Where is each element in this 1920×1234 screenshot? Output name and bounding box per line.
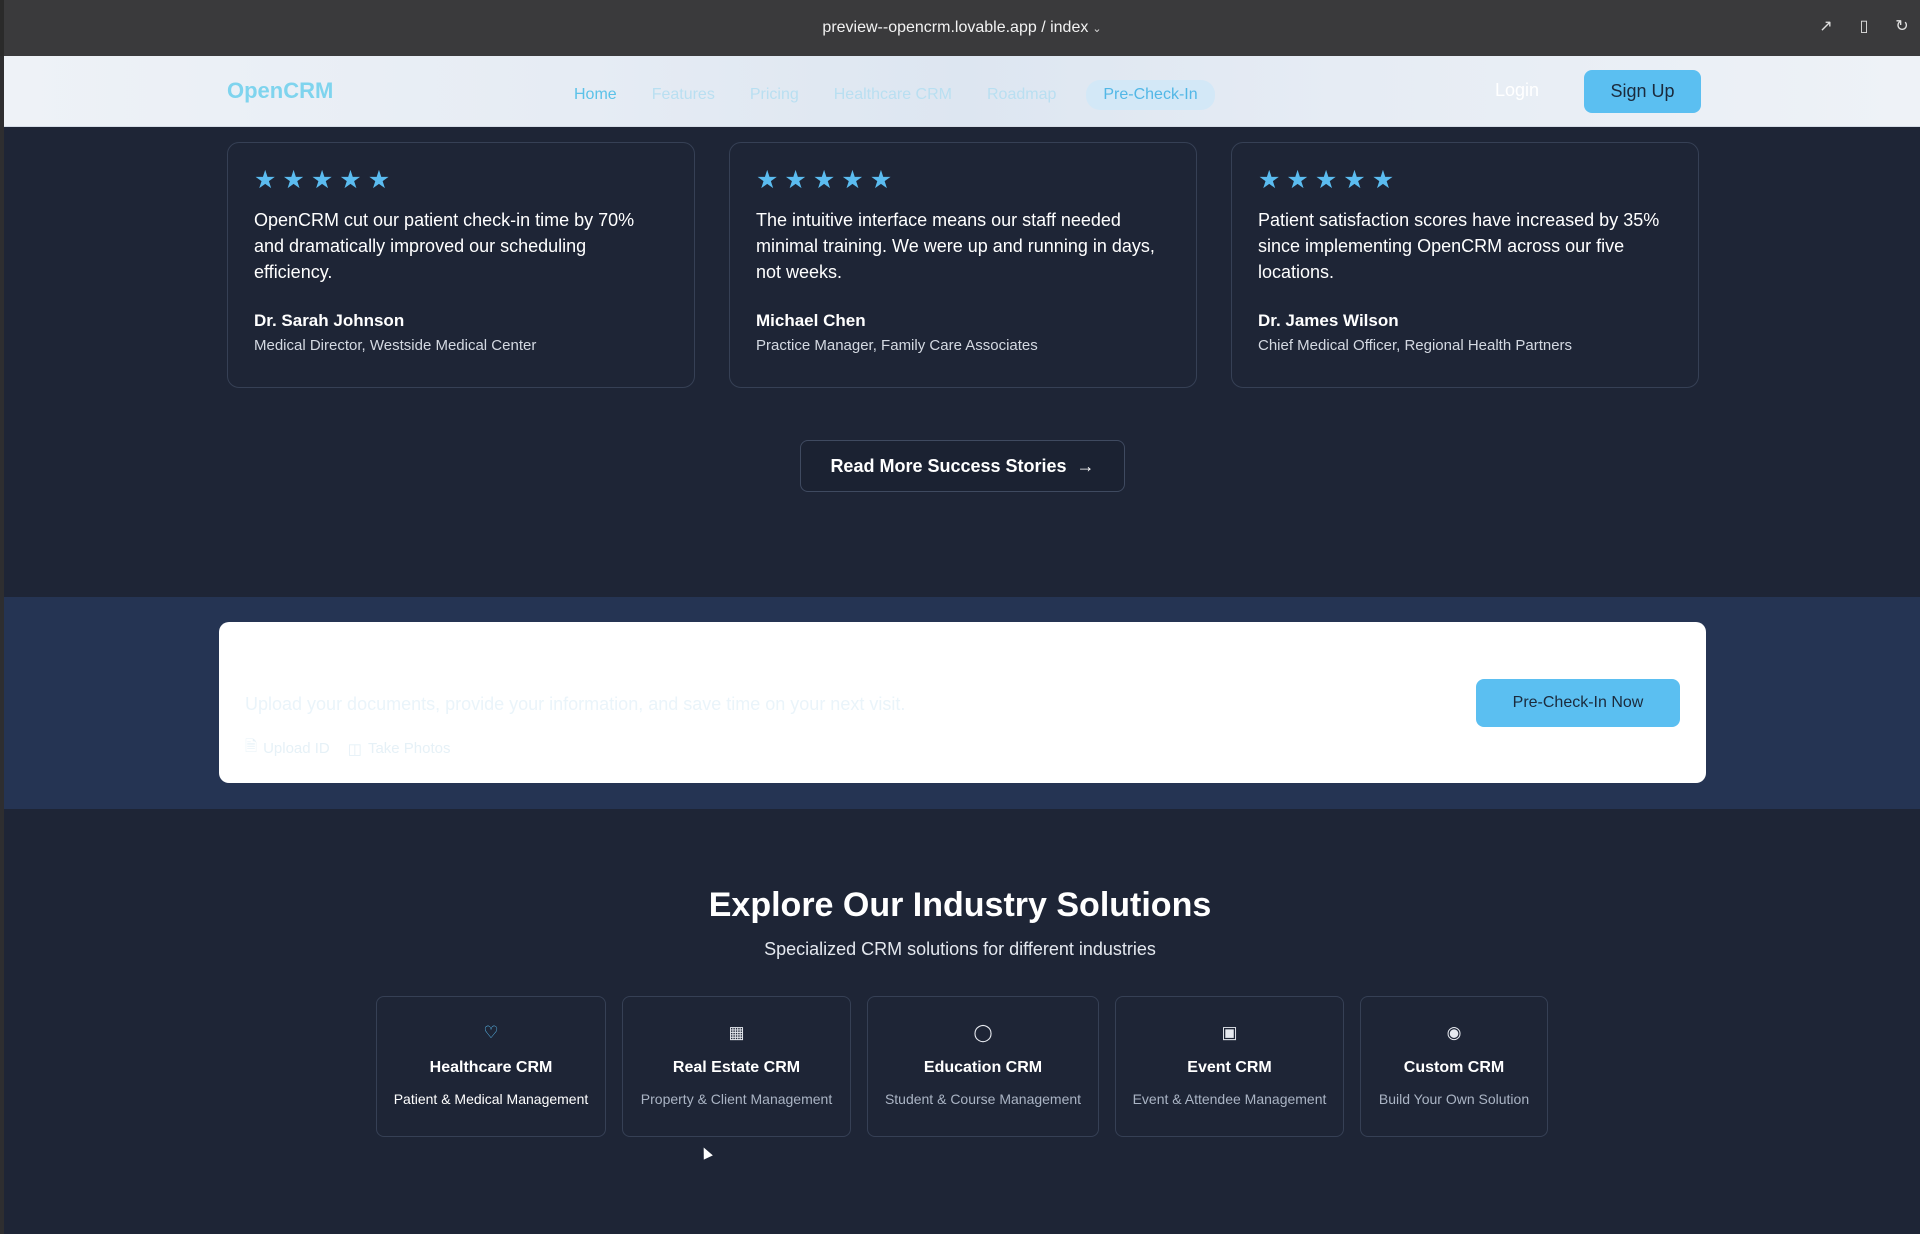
nav-features[interactable]: Features [652, 86, 715, 104]
nav-roadmap[interactable]: Roadmap [987, 86, 1056, 104]
main-nav: Home Features Pricing Healthcare CRM Roa… [574, 80, 1215, 110]
testimonial-card: ★ ★ ★ ★ ★ Patient satisfaction scores have i… [1231, 142, 1699, 388]
precheckin-card: Upload your documents, provide your info… [219, 622, 1706, 783]
star-icon: ★ [282, 166, 305, 194]
testimonial-role: Medical Director, Westside Medical Cente… [254, 337, 537, 354]
testimonial-role: Chief Medical Officer, Regional Health P… [1258, 337, 1573, 354]
arrow-right-icon: → [1076, 455, 1095, 476]
nav-home[interactable]: Home [574, 86, 617, 104]
nav-healthcare-crm[interactable]: Healthcare CRM [834, 86, 952, 104]
testimonial-author: Dr. Sarah Johnson [254, 311, 405, 330]
industry-tile-real-estate[interactable]: ▦ Real Estate CRM Property & Client Mana… [622, 996, 851, 1137]
testimonial-quote: Patient satisfaction scores have increas… [1258, 210, 1660, 282]
read-more-label: Read More Success Stories [830, 455, 1067, 476]
mouse-cursor [699, 1145, 713, 1160]
take-photos-option[interactable]: ◫ Take Photos [348, 736, 451, 761]
industry-tile-custom[interactable]: ◉ Custom CRM Build Your Own Solution [1360, 996, 1548, 1137]
industry-desc: Student & Course Management [884, 1091, 1082, 1107]
industry-desc: Event & Attendee Management [1132, 1091, 1327, 1107]
industry-tile-event[interactable]: ▣ Event CRM Event & Attendee Management [1115, 996, 1344, 1137]
heart-icon: ♡ [483, 1023, 499, 1042]
industry-tiles: ♡ Healthcare CRM Patient & Medical Manag… [376, 996, 1548, 1137]
star-icon: ★ [1343, 166, 1366, 194]
user-icon: ◯ [973, 1023, 993, 1042]
industry-desc: Build Your Own Solution [1378, 1091, 1530, 1107]
building-icon: ▦ [728, 1023, 745, 1042]
testimonial-quote: The intuitive interface means our staff … [756, 210, 1155, 282]
camera-icon: ◫ [347, 740, 362, 758]
file-icon: 🗎 [245, 738, 258, 755]
chevron-down-icon[interactable]: ⌄ [1092, 22, 1101, 35]
star-icon: ★ [1258, 166, 1281, 194]
testimonial-author: Dr. James Wilson [1258, 311, 1399, 330]
mobile-icon[interactable]: ▯ [1854, 16, 1874, 36]
testimonial-card: ★ ★ ★ ★ ★ OpenCRM cut our patient check-in t… [227, 142, 695, 388]
testimonial-quote: OpenCRM cut our patient check-in time by… [254, 210, 635, 282]
section-title: Explore Our Industry Solutions [708, 886, 1212, 924]
external-link-icon[interactable]: ↗ [1816, 16, 1836, 36]
section-subtitle: Specialized CRM solutions for different … [764, 939, 1156, 959]
star-icon: ★ [812, 166, 836, 194]
testimonial-list: ★ ★ ★ ★ ★ OpenCRM cut our patient check-in t… [227, 142, 1699, 388]
precheckin-options: 🗎 Upload ID ◫ Take Photos [245, 736, 451, 761]
star-icon: ★ [1314, 166, 1338, 194]
star-icon: ★ [756, 166, 779, 194]
upload-id-option[interactable]: 🗎 Upload ID [245, 736, 330, 761]
nav-pre-check-in[interactable]: Pre-Check-In [1086, 80, 1215, 110]
address-bar-text: preview--opencrm.lovable.app / index [822, 19, 1089, 36]
take-photos-label: Take Photos [367, 740, 451, 757]
star-icon: ★ [841, 166, 864, 194]
industry-name: Healthcare CRM [429, 1059, 553, 1076]
browser-toolbar: preview--opencrm.lovable.app / index ⌄ ↗… [0, 0, 1920, 56]
star-icon: ★ [784, 166, 807, 194]
precheckin-description: Upload your documents, provide your info… [245, 694, 906, 714]
signup-button[interactable]: Sign Up [1584, 70, 1701, 113]
calendar-icon: ▣ [1221, 1023, 1238, 1042]
site-header: OpenCRM Home Features Pricing Healthcare… [4, 56, 1920, 127]
nav-pricing[interactable]: Pricing [750, 86, 799, 104]
testimonial-card: ★ ★ ★ ★ ★ The intuitive interface means our … [729, 142, 1197, 388]
industry-name: Custom CRM [1403, 1059, 1505, 1076]
industry-name: Education CRM [923, 1059, 1043, 1076]
industry-name: Real Estate CRM [672, 1059, 801, 1076]
star-rating: ★ ★ ★ ★ ★ [1258, 166, 1672, 194]
industry-name: Event CRM [1187, 1059, 1272, 1076]
testimonial-author: Michael Chen [756, 311, 866, 330]
industry-tile-education[interactable]: ◯ Education CRM Student & Course Managem… [867, 996, 1099, 1137]
lightbulb-icon: ◉ [1446, 1023, 1462, 1042]
star-icon: ★ [254, 166, 277, 194]
precheckin-now-button[interactable]: Pre-Check-In Now [1476, 679, 1680, 727]
industry-desc: Patient & Medical Management [393, 1091, 589, 1107]
reload-icon[interactable]: ↻ [1892, 16, 1912, 36]
star-icon: ★ [310, 166, 334, 194]
testimonial-role: Practice Manager, Family Care Associates [756, 337, 1038, 354]
star-icon: ★ [1286, 166, 1309, 194]
login-link[interactable]: Login [1495, 80, 1539, 101]
read-more-stories-button[interactable]: Read More Success Stories → [800, 440, 1125, 492]
industry-tile-healthcare[interactable]: ♡ Healthcare CRM Patient & Medical Manag… [376, 996, 606, 1137]
logo[interactable]: OpenCRM [227, 78, 333, 104]
industry-desc: Property & Client Management [640, 1091, 833, 1107]
star-rating: ★ ★ ★ ★ ★ [756, 166, 1170, 194]
address-bar[interactable]: preview--opencrm.lovable.app / index ⌄ [822, 19, 1101, 37]
star-icon: ★ [367, 166, 391, 194]
star-icon: ★ [869, 166, 893, 194]
star-icon: ★ [339, 166, 362, 194]
star-rating: ★ ★ ★ ★ ★ [254, 166, 668, 194]
upload-id-label: Upload ID [263, 740, 330, 757]
star-icon: ★ [1371, 166, 1395, 194]
